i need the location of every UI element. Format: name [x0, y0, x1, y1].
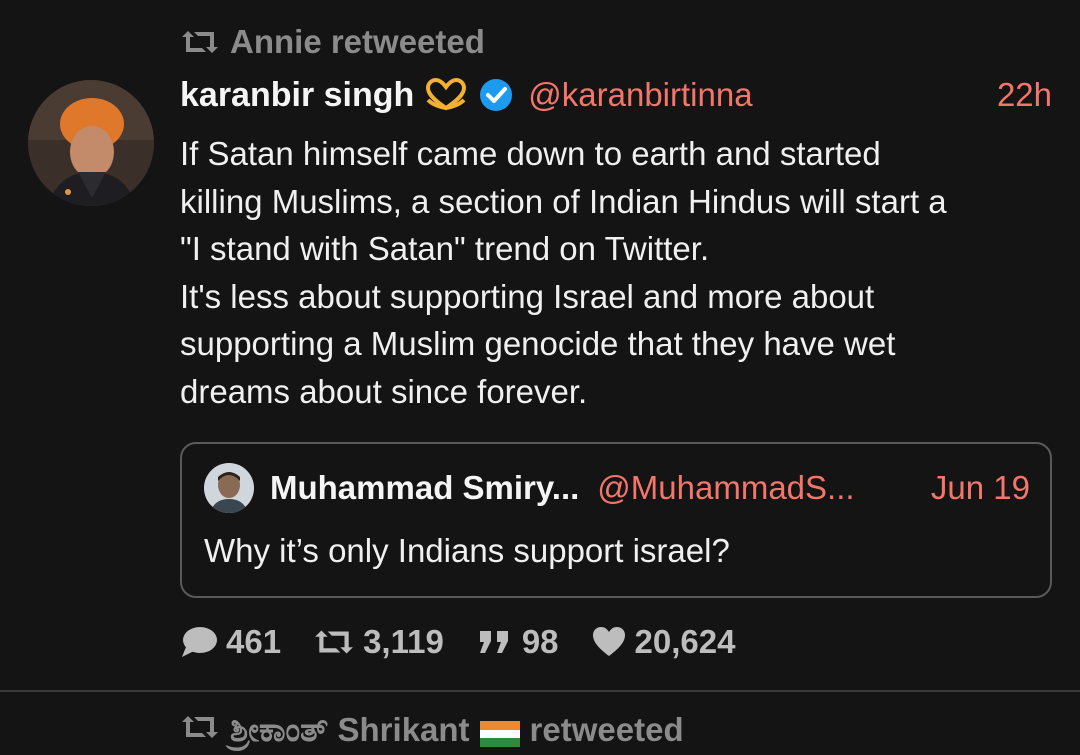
- tweet-timestamp[interactable]: 22h: [997, 76, 1052, 114]
- retweet-icon: [180, 28, 220, 56]
- author-avatar[interactable]: [28, 80, 154, 206]
- tweet-divider: [0, 690, 1080, 692]
- quote-count: 98: [521, 623, 559, 660]
- retweet-count: 3,119: [363, 623, 444, 660]
- retweet-button[interactable]: 3,119: [313, 623, 444, 661]
- author-handle[interactable]: @karanbirtinna: [528, 76, 752, 114]
- heart-hands-icon: [424, 78, 468, 112]
- tweet-text: If Satan himself came down to earth and …: [180, 130, 1060, 415]
- tweet-actions: 461 3,119 98 20,624: [180, 620, 767, 664]
- quoted-author-handle[interactable]: @MuhammadS...: [597, 469, 854, 507]
- quoted-author-avatar[interactable]: [204, 463, 254, 513]
- quoted-tweet-timestamp[interactable]: Jun 19: [931, 469, 1030, 507]
- quoted-author-name[interactable]: Muhammad Smiry...: [270, 469, 579, 507]
- reply-count: 461: [226, 623, 282, 660]
- like-count: 20,624: [634, 623, 736, 660]
- reply-icon: [180, 625, 218, 659]
- like-button[interactable]: 20,624: [591, 623, 736, 661]
- author-name[interactable]: karanbir singh: [180, 76, 414, 115]
- quoted-tweet-text: Why it’s only Indians support israel?: [204, 532, 730, 569]
- quoted-tweet-header: Muhammad Smiry... @MuhammadS... Jun 19: [204, 462, 1030, 514]
- tweet-text-line: It's less about supporting Israel and mo…: [180, 277, 875, 315]
- quoted-tweet[interactable]: Muhammad Smiry... @MuhammadS... Jun 19 W…: [180, 442, 1052, 598]
- reply-button[interactable]: 461: [180, 623, 281, 661]
- retweet-icon: [180, 711, 220, 749]
- verified-badge-icon: [478, 77, 514, 113]
- tweet-text-line: "I stand with Satan" trend on Twitter.: [180, 230, 710, 267]
- next-retweeter-name[interactable]: ಶ್ರೀಕಾಂತ್ Shrikant: [230, 711, 470, 750]
- retweet-context: Annie retweeted: [180, 22, 485, 62]
- retweet-context-text[interactable]: Annie retweeted: [230, 23, 485, 61]
- heart-icon: [591, 626, 627, 658]
- retweet-icon: [313, 627, 355, 657]
- next-retweet-label: retweeted: [529, 711, 684, 748]
- tweet-text-line: killing Muslims, a section of Indian Hin…: [180, 182, 947, 220]
- tweet-header: karanbir singh @karanbirtinna 22h: [180, 72, 1052, 118]
- tweet-text-line: If Satan himself came down to earth and …: [180, 135, 881, 172]
- next-retweet-context: ಶ್ರೀಕಾಂತ್ Shrikant retweeted: [180, 710, 684, 750]
- india-flag-icon: [479, 717, 520, 747]
- quote-icon: [476, 627, 514, 657]
- quote-button[interactable]: 98: [476, 623, 559, 661]
- tweet-text-line: supporting a Muslim genocide that they h…: [180, 325, 896, 362]
- tweet-text-line: dreams about since forever.: [180, 372, 588, 410]
